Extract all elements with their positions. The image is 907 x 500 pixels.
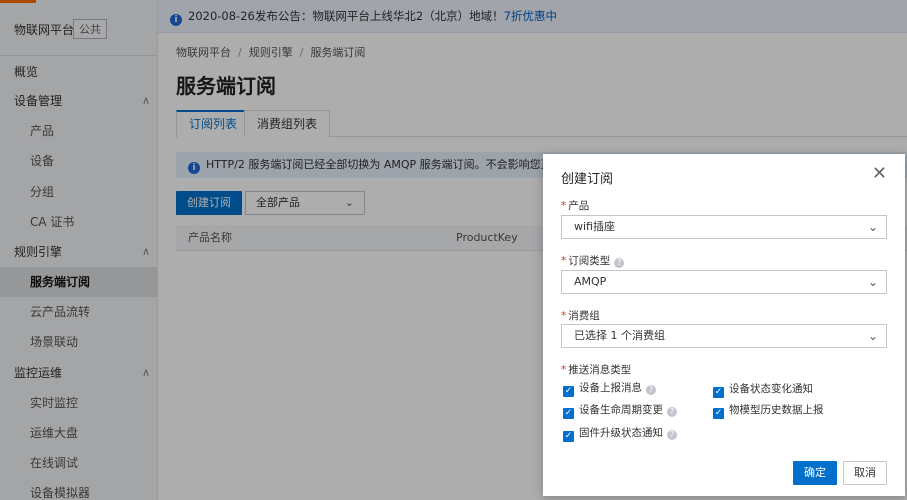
consumer-group-value: 已选择 1 个消费组: [574, 329, 665, 342]
create-subscription-dialog: 创建订阅 ✕ * 产品 wifi插座 ⌄ * 订阅类型? AMQP ⌄ * 消费组 已…: [543, 154, 905, 496]
product-select-value: wifi插座: [574, 220, 615, 233]
field-label-message-types: * 推送消息类型: [561, 362, 631, 377]
checkbox-label: 设备上报消息: [579, 382, 642, 394]
checkbox-checked-icon: ✓: [563, 408, 574, 419]
help-icon[interactable]: ?: [646, 385, 656, 395]
help-icon[interactable]: ?: [667, 430, 677, 440]
close-icon[interactable]: ✕: [872, 164, 887, 184]
checkbox-tsl-history-report[interactable]: ✓ 物模型历史数据上报: [713, 404, 824, 419]
field-label-subscription-type: * 订阅类型?: [561, 253, 625, 268]
chevron-down-icon: ⌄: [867, 329, 878, 343]
dialog-title: 创建订阅: [561, 172, 614, 187]
chevron-down-icon: ⌄: [867, 220, 878, 234]
cancel-button[interactable]: 取消: [843, 461, 887, 485]
help-icon[interactable]: ?: [667, 407, 677, 417]
label-text: 推送消息类型: [568, 364, 632, 376]
consumer-group-select[interactable]: 已选择 1 个消费组 ⌄: [561, 324, 887, 348]
required-mark: *: [561, 364, 567, 376]
checkbox-device-report[interactable]: ✓ 设备上报消息?: [563, 382, 656, 397]
field-label-consumer-group: * 消费组: [561, 308, 600, 323]
field-label-product: * 产品: [561, 198, 589, 213]
required-mark: *: [561, 255, 567, 267]
checkbox-label: 设备状态变化通知: [729, 383, 813, 395]
required-mark: *: [561, 200, 567, 212]
checkbox-checked-icon: ✓: [563, 431, 574, 442]
label-text: 产品: [568, 200, 590, 212]
subscription-type-select[interactable]: AMQP ⌄: [561, 270, 887, 294]
product-select[interactable]: wifi插座 ⌄: [561, 215, 887, 239]
required-mark: *: [561, 310, 567, 322]
checkbox-checked-icon: ✓: [563, 386, 574, 397]
help-icon[interactable]: ?: [614, 258, 625, 268]
checkbox-ota-status[interactable]: ✓ 固件升级状态通知?: [563, 427, 677, 442]
checkbox-device-lifecycle[interactable]: ✓ 设备生命周期变更?: [563, 404, 677, 419]
checkbox-device-status-change[interactable]: ✓ 设备状态变化通知: [713, 383, 813, 398]
label-text: 订阅类型: [568, 255, 611, 267]
chevron-down-icon: ⌄: [867, 275, 878, 289]
checkbox-label: 固件升级状态通知: [579, 427, 663, 439]
checkbox-label: 设备生命周期变更: [579, 404, 663, 416]
ok-button[interactable]: 确定: [793, 461, 837, 485]
checkbox-label: 物模型历史数据上报: [729, 404, 824, 416]
checkbox-checked-icon: ✓: [713, 387, 724, 398]
label-text: 消费组: [568, 310, 600, 322]
subscription-type-value: AMQP: [574, 275, 607, 288]
checkbox-checked-icon: ✓: [713, 408, 724, 419]
